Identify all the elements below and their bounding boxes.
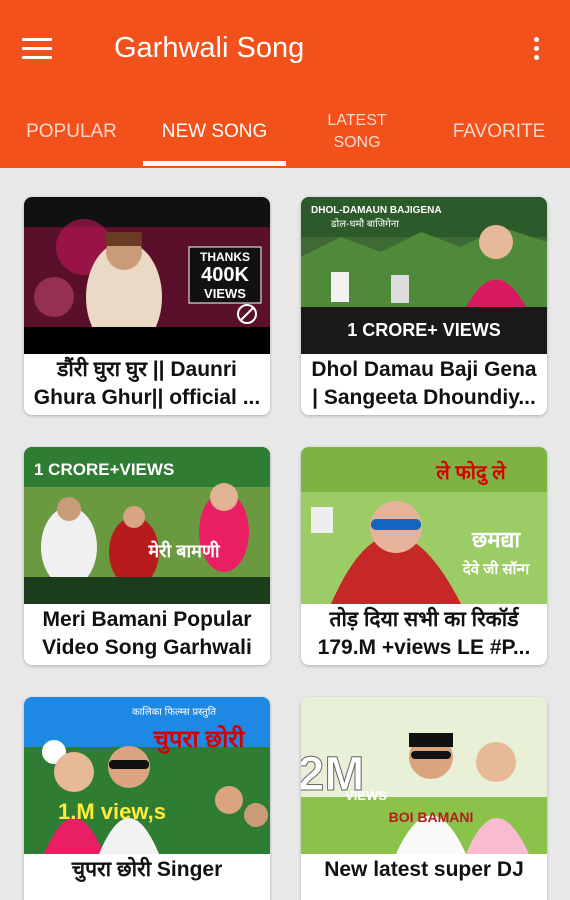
- thumb-text: 400K: [201, 264, 249, 286]
- video-thumbnail: कालिका फिल्म्स प्रस्तुति चुपरा छोरी 1.M …: [24, 697, 270, 854]
- video-card[interactable]: ले फोदु ले छमद्या देवे जी सॉन्ग तोड़ दिय…: [301, 447, 547, 665]
- video-card[interactable]: 2M VIEWS BOI BAMANI New latest super DJ: [301, 697, 547, 900]
- video-title: तोड़ दिया सभी का रिकॉर्ड 179.M +views LE…: [301, 606, 547, 662]
- hamburger-menu-icon[interactable]: [22, 28, 68, 68]
- thumb-text: DHOL-DAMAUN BAJIGENA: [311, 205, 442, 216]
- tab-indicator: [143, 161, 286, 166]
- video-card[interactable]: कालिका फिल्म्स प्रस्तुति चुपरा छोरी 1.M …: [24, 697, 270, 900]
- thumb-text: 1 CRORE+ VIEWS: [347, 320, 501, 340]
- video-title-line: | Sangeeta Dhoundiy...: [312, 386, 536, 409]
- video-title-line: 179.M +views LE #P...: [317, 636, 531, 659]
- video-thumbnail: 2M VIEWS BOI BAMANI: [301, 697, 547, 854]
- thumb-text: THANKS: [200, 250, 250, 264]
- thumb-text: ले फोदु ले: [435, 460, 507, 486]
- thumb-text: छमद्या: [471, 527, 521, 552]
- tab-bar: POPULAR NEW SONG LATEST SONG FAVORITE: [0, 96, 570, 168]
- video-title-line: Video Song Garhwali: [42, 636, 252, 659]
- video-title-line: New latest super DJ: [324, 858, 524, 881]
- tab-new-song[interactable]: NEW SONG: [143, 96, 286, 168]
- thumb-text: मेरी बामणी: [147, 540, 221, 561]
- app-bar: Garhwali Song POPULAR NEW SONG LATEST SO…: [0, 0, 570, 168]
- tab-label: NEW SONG: [161, 121, 268, 142]
- thumb-text: चुपरा छोरी: [153, 725, 245, 754]
- thumb-text: कालिका फिल्म्स प्रस्तुति: [132, 706, 216, 718]
- thumb-text: 1.M view,s: [58, 799, 166, 824]
- video-title-line: चुपरा छोरी Singer: [71, 858, 223, 881]
- video-thumbnail: 1 CRORE+VIEWS मेरी बामणी: [24, 447, 270, 604]
- tab-latest-song[interactable]: LATEST SONG: [286, 96, 428, 168]
- video-card[interactable]: THANKS 400K VIEWS डौंरी घुरा घुर || Daun…: [24, 197, 270, 415]
- video-card[interactable]: 1 CRORE+VIEWS मेरी बामणी Meri Bamani Pop…: [24, 447, 270, 665]
- tab-label: LATEST SONG: [327, 112, 387, 151]
- more-options-icon[interactable]: [522, 28, 550, 68]
- thumb-text: VIEWS: [204, 286, 246, 301]
- video-title-line: Ghura Ghur|| official ...: [33, 386, 261, 409]
- video-title-line: Meri Bamani Popular: [42, 608, 252, 631]
- video-thumbnail: ले फोदु ले छमद्या देवे जी सॉन्ग: [301, 447, 547, 604]
- video-title-line: डौंरी घुरा घुर || Daunri: [57, 358, 237, 381]
- thumb-text: 1 CRORE+VIEWS: [34, 460, 174, 479]
- thumb-text: VIEWS: [345, 788, 387, 803]
- video-title: Dhol Damau Baji Gena | Sangeeta Dhoundiy…: [301, 356, 547, 412]
- thumb-text: देवे जी सॉन्ग: [462, 560, 530, 578]
- tab-label: FAVORITE: [452, 121, 546, 142]
- video-title: Meri Bamani Popular Video Song Garhwali: [24, 606, 270, 662]
- tab-popular[interactable]: POPULAR: [0, 96, 143, 168]
- tab-favorite[interactable]: FAVORITE: [428, 96, 570, 168]
- thumb-text: BOI BAMANI: [389, 809, 474, 825]
- video-title: New latest super DJ: [301, 856, 547, 884]
- app-title: Garhwali Song: [114, 32, 305, 64]
- video-card[interactable]: DHOL-DAMAUN BAJIGENA ढोल-धमौ बाजिगेना 1 …: [301, 197, 547, 415]
- video-title-line: Dhol Damau Baji Gena: [311, 358, 537, 381]
- thumb-text: ढोल-धमौ बाजिगेना: [331, 218, 399, 230]
- video-title-line: तोड़ दिया सभी का रिकॉर्ड: [329, 608, 519, 631]
- tab-label: POPULAR: [26, 121, 117, 142]
- video-thumbnail: THANKS 400K VIEWS: [24, 197, 270, 354]
- video-title: डौंरी घुरा घुर || Daunri Ghura Ghur|| of…: [24, 356, 270, 412]
- video-thumbnail: DHOL-DAMAUN BAJIGENA ढोल-धमौ बाजिगेना 1 …: [301, 197, 547, 354]
- video-title: चुपरा छोरी Singer: [24, 856, 270, 884]
